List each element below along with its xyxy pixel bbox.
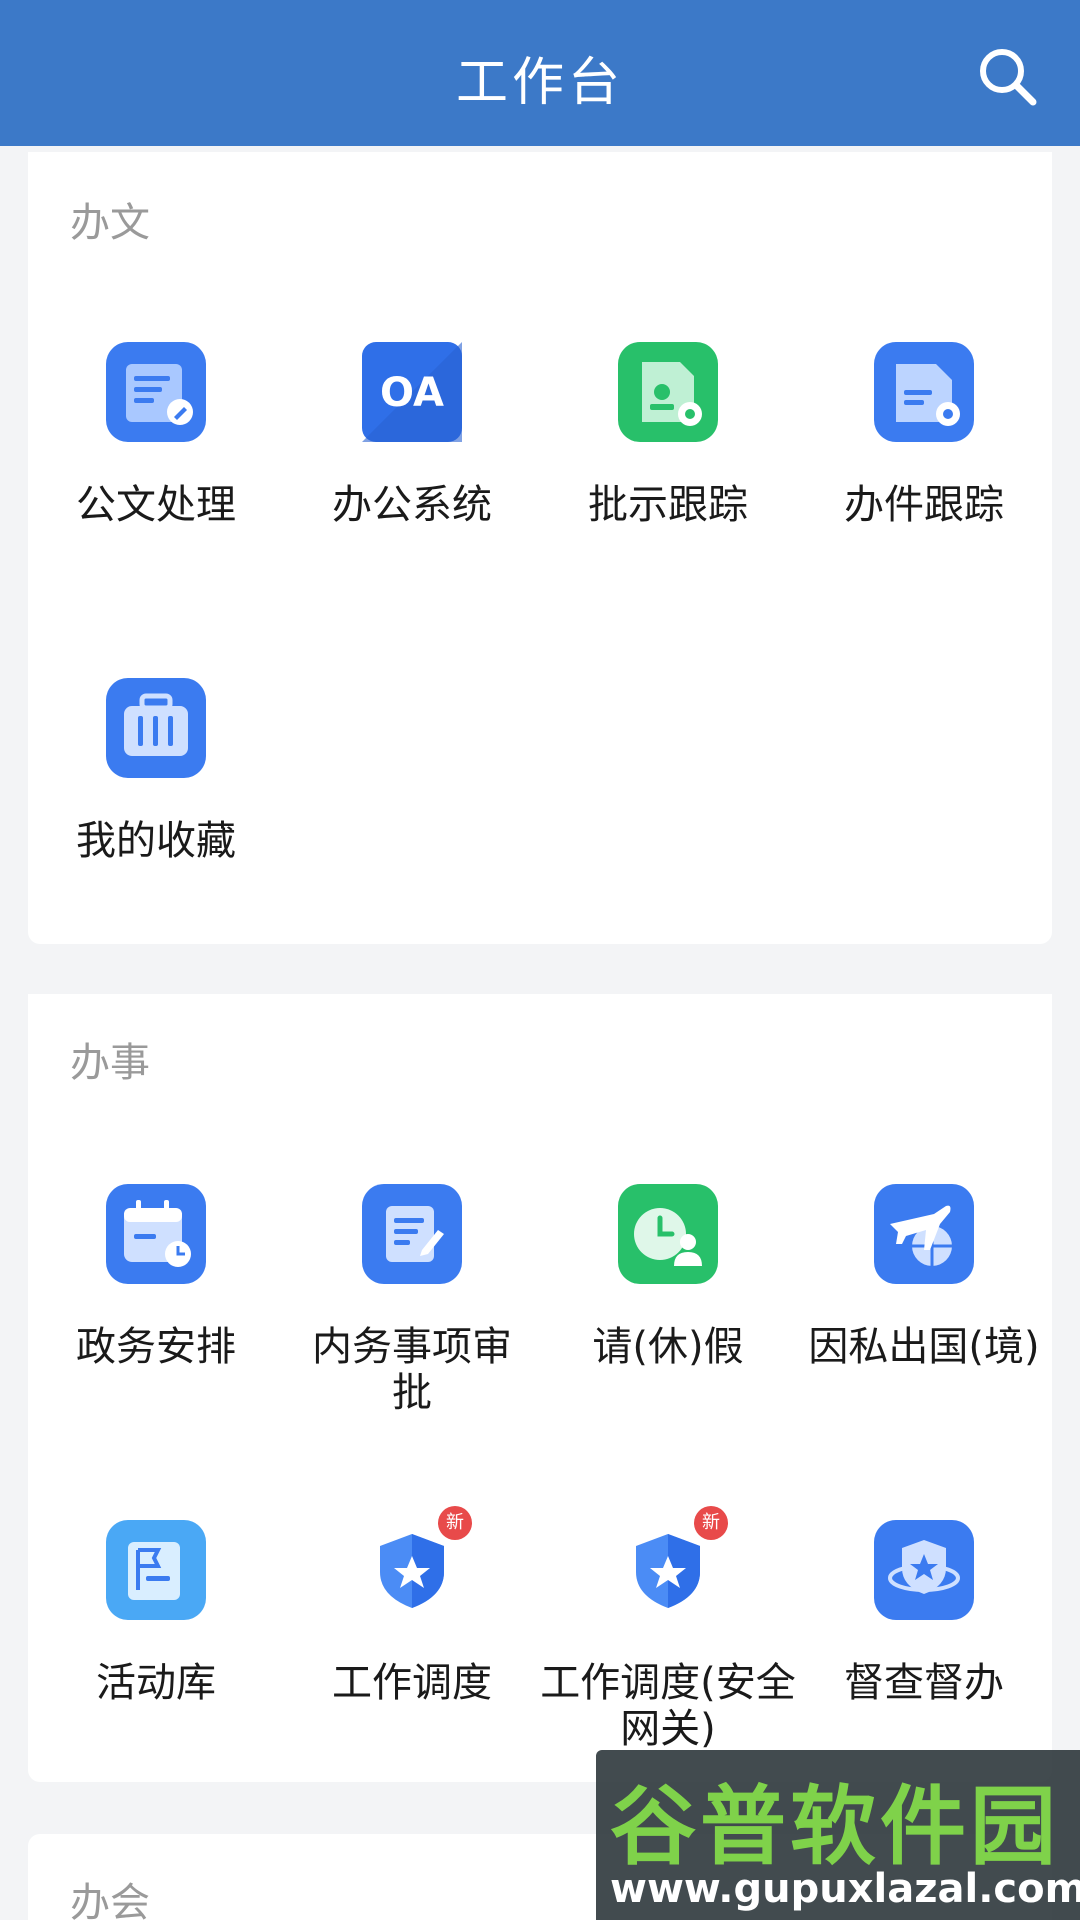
grid-item-document-processing[interactable]: 公文处理	[28, 342, 284, 542]
grid-item-label: 工作调度	[332, 1660, 492, 1706]
document-edit-icon	[106, 342, 206, 442]
section-title: 办事	[70, 1040, 150, 1086]
search-button[interactable]	[975, 44, 1039, 108]
grid-item-label: 活动库	[96, 1660, 216, 1706]
section-card-affairs: 办事 政务安排 内务事项审批 请(休)假 因私出国(境) 活动库 新 工作调度 …	[28, 994, 1052, 1782]
briefcase-icon	[106, 678, 206, 778]
plane-globe-icon	[874, 1184, 974, 1284]
section-title: 办文	[70, 200, 150, 246]
grid-item-supervision[interactable]: 督查督办	[796, 1520, 1052, 1740]
grid-item-label: 请(休)假	[592, 1324, 744, 1370]
grid-item-internal-approval[interactable]: 内务事项审批	[284, 1184, 540, 1416]
watermark: 谷普软件园 www.gupuxlazal.com	[596, 1750, 1080, 1920]
grid-item-label: 批示跟踪	[588, 482, 748, 528]
grid-item-label: 内务事项审批	[312, 1324, 512, 1416]
grid-item-work-dispatch[interactable]: 新 工作调度	[284, 1506, 540, 1740]
grid-item-label: 政务安排	[76, 1324, 236, 1370]
grid-item-work-dispatch-secure-gateway[interactable]: 新 工作调度(安全网关)	[540, 1506, 796, 1752]
calendar-clock-icon	[106, 1184, 206, 1284]
grid-item-file-tracking[interactable]: 办件跟踪	[796, 342, 1052, 542]
grid-item-label: 办公系统	[332, 482, 492, 528]
grid-item-private-travel-abroad[interactable]: 因私出国(境)	[796, 1184, 1052, 1404]
grid-item-approval-tracking[interactable]: 批示跟踪	[540, 342, 796, 542]
watermark-url: www.gupuxlazal.com	[610, 1866, 1080, 1912]
watermark-title: 谷普软件园	[610, 1777, 1060, 1877]
new-badge: 新	[694, 1506, 728, 1540]
section-card-documents: 办文 公文处理 OA 办公系统 批示跟踪 办件跟踪 我的收藏	[28, 152, 1052, 944]
grid-item-label: 因私出国(境)	[808, 1324, 1040, 1370]
clock-person-icon	[618, 1184, 718, 1284]
file-track-icon	[874, 342, 974, 442]
section-title: 办会	[70, 1880, 150, 1920]
grid-item-office-system[interactable]: OA 办公系统	[284, 342, 540, 542]
approval-track-icon	[618, 342, 718, 442]
oa-icon: OA	[362, 342, 462, 442]
grid-item-activity-library[interactable]: 活动库	[28, 1520, 284, 1740]
grid-item-label: 我的收藏	[76, 818, 236, 864]
badge-star-icon	[874, 1520, 974, 1620]
app-header: 工作台	[0, 0, 1080, 146]
note-edit-icon	[362, 1184, 462, 1284]
page-title: 工作台	[455, 53, 624, 113]
grid-item-label: 督查督办	[844, 1660, 1004, 1706]
grid-item-leave-request[interactable]: 请(休)假	[540, 1184, 796, 1404]
grid-item-label: 办件跟踪	[844, 482, 1004, 528]
new-badge: 新	[438, 1506, 472, 1540]
flag-doc-icon	[106, 1520, 206, 1620]
oa-icon-text: OA	[380, 370, 444, 416]
search-icon	[980, 49, 1037, 106]
grid-item-label: 公文处理	[76, 482, 236, 528]
grid-item-government-schedule[interactable]: 政务安排	[28, 1184, 284, 1404]
grid-item-my-favorites[interactable]: 我的收藏	[28, 678, 284, 878]
grid-item-label: 工作调度(安全网关)	[540, 1660, 796, 1752]
